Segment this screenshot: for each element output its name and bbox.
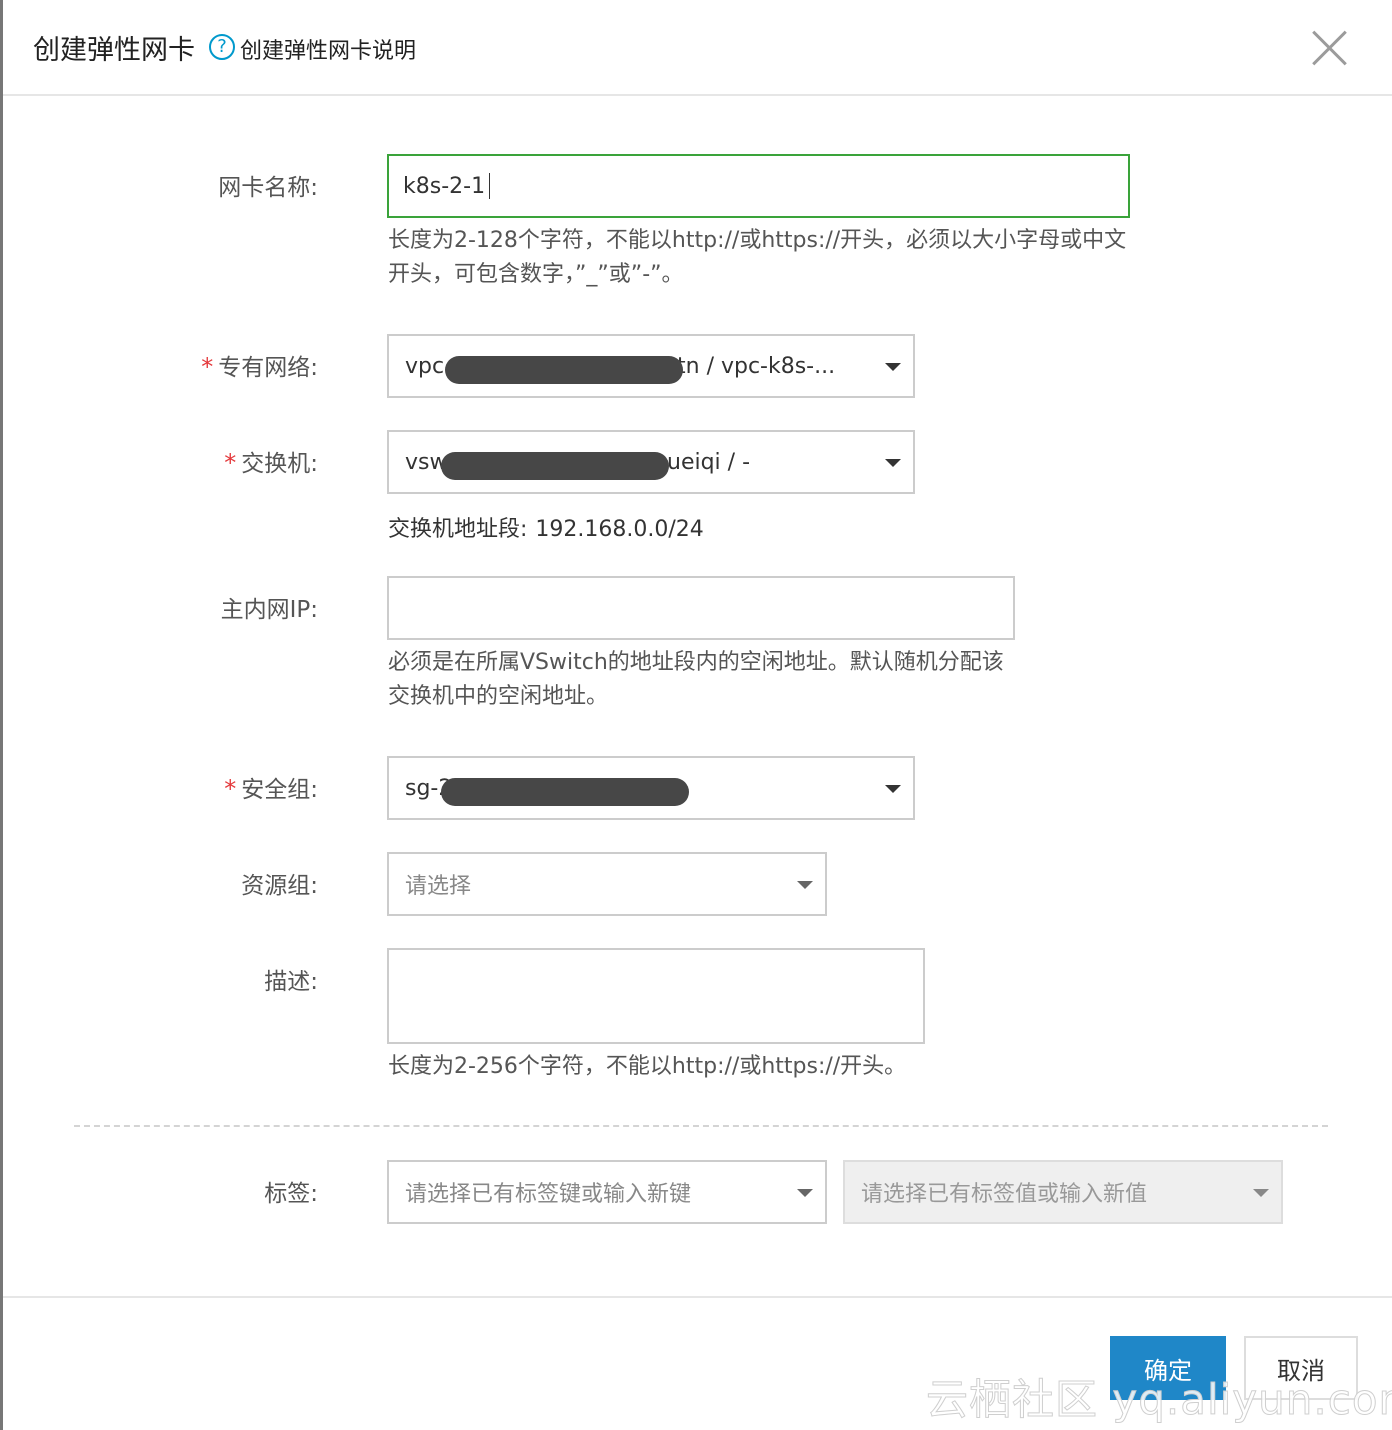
vpc-select[interactable]: vpc tn / vpc-k8s-... [387, 334, 915, 398]
dialog-title: 创建弹性网卡 [33, 35, 195, 66]
tags-label: 标签: [264, 1181, 318, 1207]
section-divider [74, 1125, 1328, 1127]
primary-ip-label: 主内网IP: [220, 597, 318, 623]
text-caret [489, 173, 491, 199]
tag-value-placeholder: 请选择已有标签值或输入新值 [861, 1182, 1148, 1207]
vswitch-cidr: 交换机地址段: 192.168.0.0/24 [388, 517, 704, 542]
redacted-block [441, 778, 689, 806]
chevron-down-icon [1253, 1189, 1269, 1197]
nic-name-input[interactable]: k8s-2-1 [387, 154, 1130, 218]
dialog-header: 创建弹性网卡 ? 创建弹性网卡说明 [3, 0, 1392, 96]
resource-group-label: 资源组: [241, 873, 318, 899]
chevron-down-icon [885, 459, 901, 467]
security-group-label: * 安全组: [224, 775, 318, 803]
chevron-down-icon [797, 881, 813, 889]
help-link[interactable]: 创建弹性网卡说明 [240, 33, 416, 65]
close-icon[interactable] [1309, 28, 1349, 68]
security-group-select[interactable]: sg-2 [387, 756, 915, 820]
primary-ip-input[interactable] [387, 576, 1015, 640]
nic-name-value: k8s-2-1 [403, 173, 486, 199]
vswitch-label: * 交换机: [224, 449, 318, 477]
description-textarea[interactable] [387, 948, 925, 1044]
vswitch-select[interactable]: vsw ueiqi / - [387, 430, 915, 494]
resource-group-select[interactable]: 请选择 [387, 852, 827, 916]
question-circle-icon[interactable]: ? [209, 34, 235, 60]
resource-group-placeholder: 请选择 [405, 874, 472, 899]
watermark: 云栖社区 yq.aliyun.com [925, 1375, 1392, 1425]
vpc-value-suffix: tn / vpc-k8s-... [677, 353, 836, 379]
tag-value-select: 请选择已有标签值或输入新值 [843, 1160, 1283, 1224]
redacted-block [445, 356, 683, 384]
nic-name-hint: 长度为2-128个字符，不能以http://或https://开头，必须以大小字… [388, 228, 1127, 287]
vpc-label: * 专有网络: [201, 353, 318, 381]
vswitch-value-suffix: ueiqi / - [667, 449, 751, 475]
chevron-down-icon [797, 1189, 813, 1197]
tag-key-placeholder: 请选择已有标签键或输入新键 [405, 1182, 692, 1207]
chevron-down-icon [885, 785, 901, 793]
description-label: 描述: [264, 969, 318, 995]
footer-divider [3, 1296, 1392, 1298]
tag-key-select[interactable]: 请选择已有标签键或输入新键 [387, 1160, 827, 1224]
chevron-down-icon [885, 363, 901, 371]
primary-ip-hint: 必须是在所属VSwitch的地址段内的空闲地址。默认随机分配该交换机中的空闲地址… [388, 650, 1004, 709]
window-edge [0, 0, 3, 1430]
nic-name-label: 网卡名称: [218, 175, 318, 201]
redacted-block [441, 452, 669, 480]
description-hint: 长度为2-256个字符，不能以http://或https://开头。 [388, 1054, 907, 1079]
vpc-value-prefix: vpc [405, 353, 445, 379]
